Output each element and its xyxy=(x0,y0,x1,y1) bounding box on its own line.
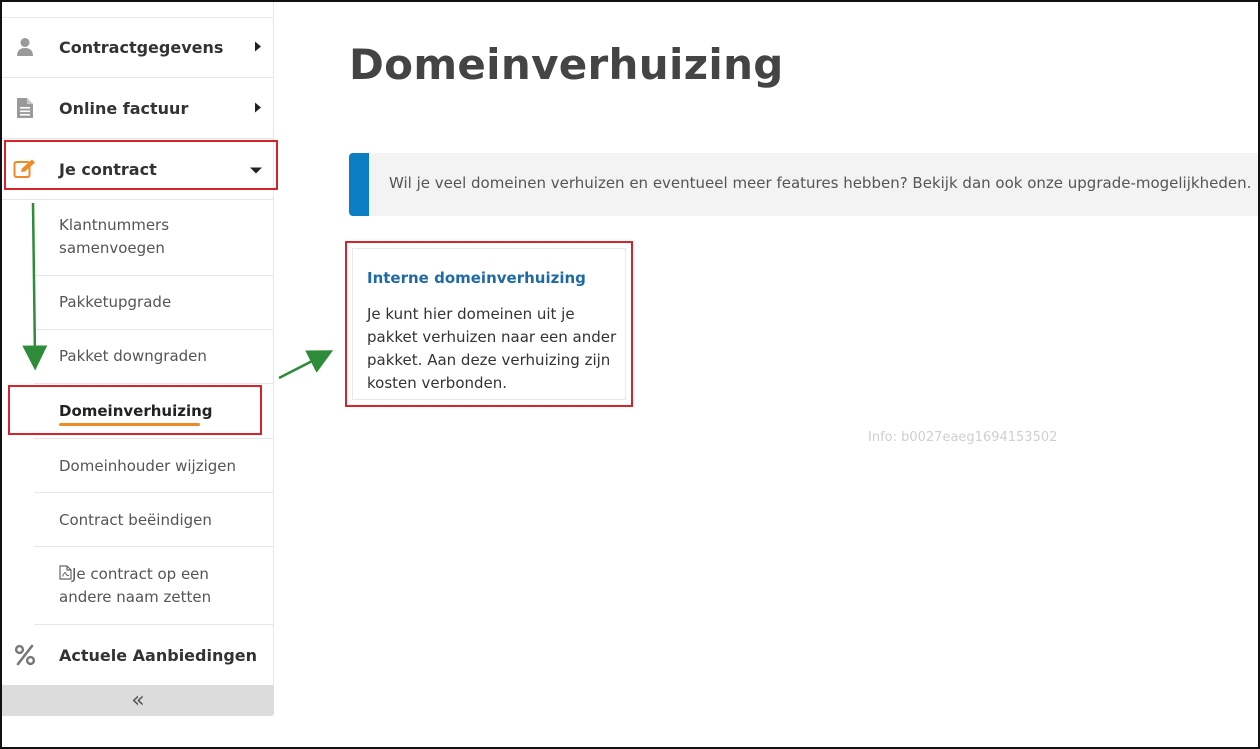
sidebar-item-actuele-aanbiedingen[interactable]: Actuele Aanbiedingen xyxy=(2,625,274,686)
info-banner: Wil je veel domeinen verhuizen en eventu… xyxy=(349,153,1258,216)
subitem-label-line2: samenvoegen xyxy=(59,239,165,257)
subitem-label-wrap: Je contract op een xyxy=(59,563,209,586)
sidebar-item-je-contract[interactable]: Je contract xyxy=(2,139,274,200)
subitem-label-line2: andere naam zetten xyxy=(59,588,212,606)
sidebar-subitem-pakket-downgraden[interactable]: Pakket downgraden xyxy=(34,330,274,384)
option-card-inner: Interne domeinverhuizing Je kunt hier do… xyxy=(352,248,626,400)
sidebar-item-label: Online factuur xyxy=(59,98,189,118)
subitem-label: Domeinhouder wijzigen xyxy=(59,457,237,475)
page-title: Domeinverhuizing xyxy=(349,40,784,89)
sidebar-item-label: Contractgegevens xyxy=(59,37,224,57)
sidebar-subitem-klantnummers[interactable]: Klantnummers samenvoegen xyxy=(34,200,274,276)
info-banner-accent xyxy=(349,153,369,216)
option-card-interne-domeinverhuizing[interactable]: Interne domeinverhuizing Je kunt hier do… xyxy=(345,241,633,407)
user-icon xyxy=(12,34,38,60)
option-card-heading[interactable]: Interne domeinverhuizing xyxy=(367,269,586,287)
sidebar-subitem-contract-beeindigen[interactable]: Contract beëindigen xyxy=(34,493,274,547)
pdf-icon xyxy=(59,565,72,580)
subitem-label: Pakketupgrade xyxy=(59,293,172,311)
edit-icon xyxy=(12,156,38,182)
sidebar-item-label: Je contract xyxy=(59,159,157,179)
sidebar: Contractgegevens Online factuur Je contr… xyxy=(2,2,274,716)
subitem-label: Contract beëindigen xyxy=(59,511,212,529)
percent-icon xyxy=(12,642,38,668)
document-icon xyxy=(12,95,38,121)
subitem-label-line1: Klantnummers xyxy=(59,216,170,234)
sidebar-item-label: Actuele Aanbiedingen xyxy=(59,645,258,665)
option-card-body: Je kunt hier domeinen uit je pakket verh… xyxy=(367,305,617,392)
subitem-label-line1: Je contract op een xyxy=(72,565,209,583)
caret-right-icon xyxy=(254,38,262,57)
info-id-text: Info: b0027eaeg1694153502 xyxy=(868,430,1058,445)
sidebar-subitem-contract-andere-naam[interactable]: Je contract op een andere naam zetten xyxy=(34,547,274,625)
sidebar-subitem-pakketupgrade[interactable]: Pakketupgrade xyxy=(34,276,274,330)
sidebar-item-online-factuur[interactable]: Online factuur xyxy=(2,78,274,139)
sidebar-subitem-domeinhouder-wijzigen[interactable]: Domeinhouder wijzigen xyxy=(34,439,274,493)
info-banner-text: Wil je veel domeinen verhuizen en eventu… xyxy=(389,174,1252,192)
collapse-sidebar-button[interactable]: « xyxy=(2,685,274,716)
caret-right-icon xyxy=(254,99,262,118)
sidebar-item-contractgegevens[interactable]: Contractgegevens xyxy=(2,17,274,78)
caret-down-icon xyxy=(250,160,262,179)
sidebar-subitem-domeinverhuizing[interactable]: Domeinverhuizing xyxy=(34,384,274,439)
subitem-label: Pakket downgraden xyxy=(59,347,207,365)
active-underline xyxy=(59,423,200,426)
subitem-label: Domeinverhuizing xyxy=(59,402,213,420)
